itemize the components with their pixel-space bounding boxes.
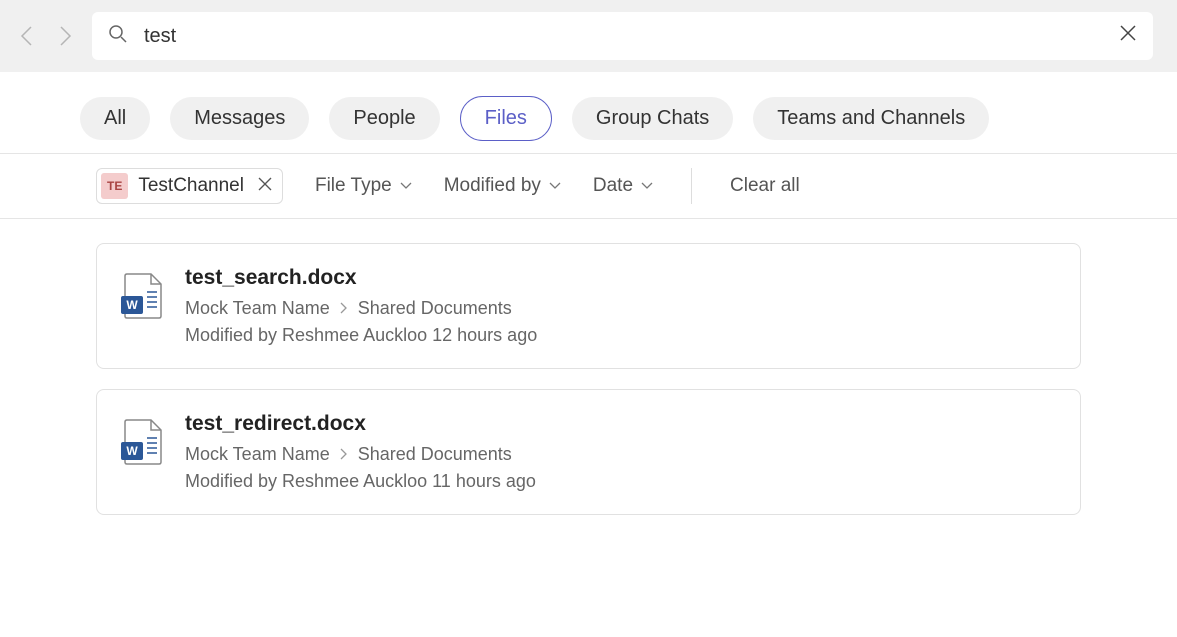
tab-teams-channels[interactable]: Teams and Channels [753,97,989,140]
clear-all-button[interactable]: Clear all [730,175,800,197]
result-team: Mock Team Name [185,444,330,465]
result-item[interactable]: W test_redirect.docx Mock Team Name Shar… [96,389,1081,515]
word-file-icon: W [121,272,163,320]
back-icon[interactable] [16,26,36,46]
chevron-down-icon [641,179,653,193]
tab-people[interactable]: People [329,97,439,140]
result-location: Shared Documents [358,298,512,319]
top-bar [0,0,1177,72]
result-location: Shared Documents [358,444,512,465]
filter-label: Date [593,175,633,197]
tab-files[interactable]: Files [460,96,552,141]
chevron-right-icon [340,447,348,463]
svg-text:W: W [126,444,138,458]
result-path: Mock Team Name Shared Documents [185,444,1056,465]
result-meta: Modified by Reshmee Auckloo 12 hours ago [185,325,1056,346]
filter-tabs: All Messages People Files Group Chats Te… [0,72,1177,153]
result-body: test_redirect.docx Mock Team Name Shared… [185,412,1056,492]
nav-arrows [8,26,84,46]
result-meta: Modified by Reshmee Auckloo 11 hours ago [185,471,1056,492]
result-body: test_search.docx Mock Team Name Shared D… [185,266,1056,346]
result-path: Mock Team Name Shared Documents [185,298,1056,319]
filetype-filter[interactable]: File Type [315,175,412,197]
result-team: Mock Team Name [185,298,330,319]
result-title: test_redirect.docx [185,412,1056,436]
chevron-right-icon [340,301,348,317]
result-item[interactable]: W test_search.docx Mock Team Name Shared… [96,243,1081,369]
word-file-icon: W [121,418,163,466]
divider [691,168,692,204]
close-icon[interactable] [258,177,272,196]
filter-label: File Type [315,175,392,197]
date-filter[interactable]: Date [593,175,653,197]
chevron-down-icon [400,179,412,193]
search-results: W test_search.docx Mock Team Name Shared… [0,219,1177,539]
chevron-down-icon [549,179,561,193]
svg-text:W: W [126,298,138,312]
filter-row: TE TestChannel File Type Modified by Dat… [0,153,1177,219]
channel-filter-chip[interactable]: TE TestChannel [96,168,283,204]
channel-label: TestChannel [138,175,244,197]
filter-label: Modified by [444,175,541,197]
search-icon [108,24,128,49]
search-box[interactable] [92,12,1153,60]
forward-icon[interactable] [56,26,76,46]
channel-badge: TE [101,173,128,199]
search-input[interactable] [144,25,1119,48]
tab-messages[interactable]: Messages [170,97,309,140]
modifiedby-filter[interactable]: Modified by [444,175,561,197]
clear-search-icon[interactable] [1119,24,1137,48]
result-title: test_search.docx [185,266,1056,290]
tab-group-chats[interactable]: Group Chats [572,97,733,140]
tab-all[interactable]: All [80,97,150,140]
